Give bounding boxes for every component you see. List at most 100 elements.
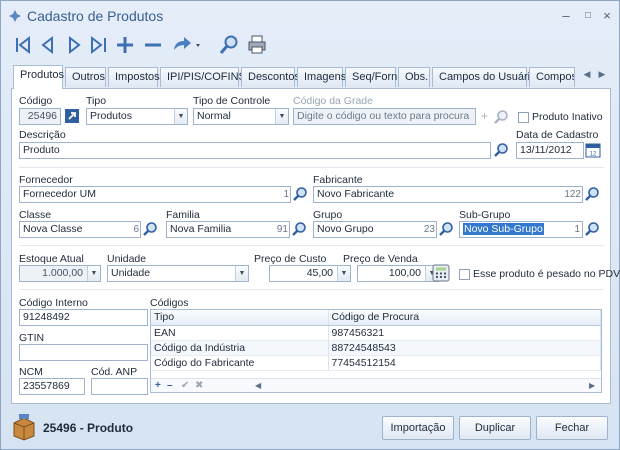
next-record-icon[interactable]	[67, 34, 83, 56]
column-header-tipo[interactable]: Tipo	[151, 310, 329, 326]
previous-record-icon[interactable]	[39, 34, 55, 56]
gtin-input[interactable]	[19, 344, 148, 361]
tab-scroll-left-icon[interactable]: ◀	[581, 69, 593, 83]
tipo-select[interactable]: Produtos ▼	[86, 108, 188, 125]
tab-obs[interactable]: Obs.	[398, 67, 430, 87]
codigos-table: Tipo Código de Procura EAN 987456321 Cód…	[151, 310, 601, 371]
gtin-label: GTIN	[19, 332, 45, 344]
classe-input[interactable]: Nova Classe	[19, 221, 141, 238]
search-fabricante-icon[interactable]	[584, 186, 600, 202]
tab-produtos[interactable]: Produtos	[13, 65, 64, 89]
sub-grupo-input[interactable]: Novo Sub-Grupo	[459, 221, 583, 238]
table-header-row: Tipo Código de Procura	[151, 310, 601, 326]
produto-inativo-label: Produto Inativo	[532, 111, 603, 123]
tipo-controle-select[interactable]: Normal ▼	[193, 108, 289, 125]
product-box-icon	[13, 414, 35, 441]
tab-impostos[interactable]: Impostos	[108, 67, 160, 87]
last-record-icon[interactable]	[89, 34, 109, 56]
toolbar	[11, 34, 311, 58]
add-row-icon[interactable]: +	[155, 379, 161, 392]
title-bar: Cadastro de Produtos – □ ×	[1, 1, 619, 31]
codigo-label: Código	[19, 95, 53, 107]
table-row[interactable]: EAN 987456321	[151, 325, 601, 341]
tab-scroll-right-icon[interactable]: ▶	[596, 69, 608, 83]
tab-descontos[interactable]: Descontos	[241, 67, 300, 87]
codigos-grid[interactable]: Tipo Código de Procura EAN 987456321 Cód…	[150, 309, 602, 393]
first-record-icon[interactable]	[13, 34, 33, 56]
data-cadastro-input[interactable]: 13/11/2012	[516, 142, 584, 159]
tab-imagens[interactable]: Imagens	[297, 67, 346, 87]
maximize-button[interactable]: □	[579, 8, 597, 24]
column-header-codigo[interactable]: Código de Procura	[328, 310, 601, 326]
search-icon[interactable]	[219, 34, 239, 56]
close-window-button[interactable]: ×	[598, 8, 616, 24]
produtos-panel: Código 25496 Tipo Produtos ▼ Tipo de Con…	[11, 88, 620, 404]
search-familia-icon[interactable]	[291, 221, 307, 237]
print-icon[interactable]	[247, 34, 267, 56]
search-sub-grupo-icon[interactable]	[584, 221, 600, 237]
remove-record-icon[interactable]	[143, 34, 163, 56]
cancel-row-icon[interactable]: ✖	[195, 379, 203, 392]
duplicar-button[interactable]: Duplicar	[459, 416, 531, 440]
tab-composicao[interactable]: Composiçã	[529, 67, 575, 87]
calendar-icon[interactable]: 12	[585, 142, 601, 158]
minimize-button[interactable]: –	[557, 8, 575, 24]
footer-product-code: 25496	[43, 421, 77, 435]
tipo-value: Produtos	[90, 110, 133, 122]
app-logo-icon	[9, 10, 21, 22]
estoque-atual-field: 1.000,00 ▼	[19, 265, 101, 282]
tab-campos-usuario[interactable]: Campos do Usuário	[432, 67, 536, 87]
search-fornecedor-icon[interactable]	[292, 186, 308, 202]
separator	[19, 289, 604, 290]
tipo-controle-label: Tipo de Controle	[193, 95, 271, 107]
preco-venda-input[interactable]: 100,00 ▼	[357, 265, 439, 282]
redo-dropdown-icon[interactable]	[171, 34, 201, 56]
fornecedor-id: 1	[283, 189, 289, 200]
familia-label: Familia	[166, 209, 200, 221]
add-record-icon[interactable]	[115, 34, 135, 56]
calculator-icon[interactable]	[432, 264, 450, 282]
separator	[19, 245, 604, 246]
svg-text:12: 12	[590, 152, 597, 158]
remove-row-icon[interactable]: –	[167, 379, 173, 392]
scroll-left-icon[interactable]: ◀	[255, 379, 261, 392]
search-descricao-icon[interactable]	[493, 142, 509, 158]
scroll-right-icon[interactable]: ▶	[589, 379, 595, 392]
open-link-icon[interactable]	[64, 108, 80, 124]
estoque-atual-value: 1.000,00	[42, 267, 83, 279]
chevron-down-icon[interactable]: ▼	[174, 109, 187, 124]
preco-custo-input[interactable]: 45,00 ▼	[269, 265, 351, 282]
codigo-interno-input[interactable]: 91248492	[19, 309, 148, 326]
tab-ipi-pis-cofins[interactable]: IPI/PIS/COFINS	[160, 67, 246, 87]
fabricante-id: 122	[564, 189, 581, 200]
fornecedor-input[interactable]: Fornecedor UM	[19, 186, 291, 203]
descricao-input[interactable]: Produto	[19, 142, 491, 159]
confirm-row-icon[interactable]: ✔	[181, 379, 189, 392]
grupo-id: 23	[423, 224, 435, 235]
search-grupo-icon[interactable]	[438, 221, 454, 237]
preco-custo-label: Preço de Custo	[254, 253, 327, 265]
table-cell-codigo: 77454512154	[328, 355, 601, 371]
pesado-pdv-checkbox[interactable]	[459, 269, 470, 280]
produto-inativo-checkbox[interactable]	[518, 112, 529, 123]
table-cell-codigo: 88724548543	[328, 340, 601, 356]
table-row[interactable]: Código do Fabricante 77454512154	[151, 355, 601, 371]
chevron-down-icon[interactable]: ▼	[275, 109, 288, 124]
cod-anp-input[interactable]	[91, 378, 148, 395]
tab-strip: Produtos Outros Impostos IPI/PIS/COFINS …	[11, 65, 611, 89]
chevron-down-icon[interactable]: ▼	[235, 266, 248, 281]
table-row[interactable]: Código da Indústria 88724548543	[151, 340, 601, 356]
chevron-down-icon[interactable]: ▼	[337, 266, 350, 281]
search-classe-icon[interactable]	[142, 221, 158, 237]
importacao-button[interactable]: Importação	[382, 416, 454, 440]
fechar-button[interactable]: Fechar	[536, 416, 608, 440]
chevron-down-icon[interactable]: ▼	[87, 266, 100, 281]
descricao-label: Descrição	[19, 129, 66, 141]
ncm-input[interactable]: 23557869	[19, 378, 85, 395]
classe-id: 6	[133, 224, 139, 235]
fabricante-input[interactable]: Novo Fabricante	[313, 186, 583, 203]
footer-product-info: 25496 - Produto	[43, 421, 134, 435]
tab-outros[interactable]: Outros	[65, 67, 106, 87]
unidade-select[interactable]: Unidade ▼	[107, 265, 249, 282]
tab-seq-forn[interactable]: Seq/Forn	[345, 67, 397, 87]
